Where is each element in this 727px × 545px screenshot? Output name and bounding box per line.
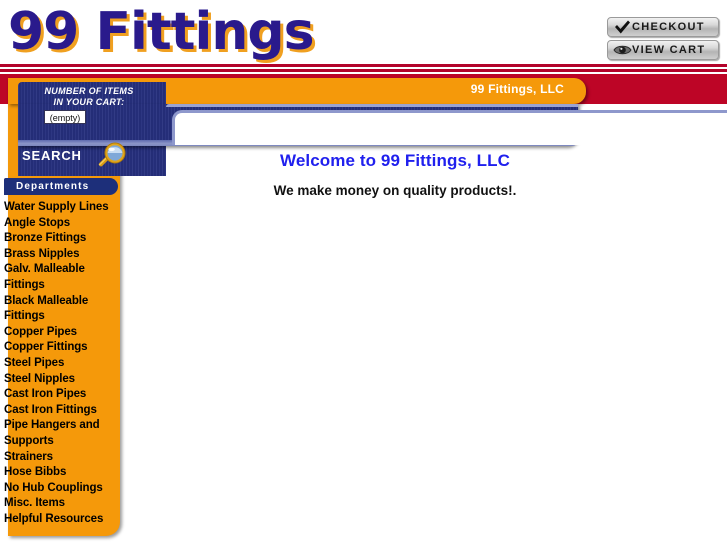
content-frame-corner bbox=[172, 110, 727, 145]
decorative-red-stripe-top bbox=[0, 64, 727, 67]
main-content: Welcome to 99 Fittings, LLC We make mone… bbox=[180, 150, 610, 200]
company-name: 99 Fittings, LLC bbox=[470, 82, 564, 96]
sidebar-item-steel-nipples[interactable]: Steel Nipples bbox=[4, 372, 120, 388]
eye-icon bbox=[612, 44, 632, 56]
search-label: SEARCH bbox=[22, 148, 82, 163]
cart-label-line1: NUMBER OF ITEMS bbox=[44, 86, 134, 96]
departments-header-label: Departments bbox=[16, 181, 90, 192]
sidebar-item-cast-iron-fittings[interactable]: Cast Iron Fittings bbox=[4, 403, 120, 419]
magnifying-glass-icon[interactable] bbox=[92, 142, 132, 177]
page-title: Welcome to 99 Fittings, LLC bbox=[279, 151, 511, 170]
checkout-button-label: CHECKOUT bbox=[632, 20, 705, 33]
cart-label-line2: IN YOUR CART: bbox=[53, 97, 125, 107]
cart-item-count: (empty) bbox=[44, 110, 86, 124]
header-action-buttons: CHECKOUT VIEW CART bbox=[607, 17, 721, 63]
checkout-button[interactable]: CHECKOUT bbox=[607, 17, 719, 37]
sidebar-item-misc-items[interactable]: Misc. Items bbox=[4, 496, 120, 512]
page-subtitle: We make money on quality products!. bbox=[273, 183, 517, 198]
decorative-red-stripe-second bbox=[0, 69, 727, 72]
sidebar-item-galv-malleable-fittings[interactable]: Galv. Malleable Fittings bbox=[4, 262, 120, 293]
departments-list: Water Supply Lines Angle Stops Bronze Fi… bbox=[4, 200, 120, 527]
sidebar-item-bronze-fittings[interactable]: Bronze Fittings bbox=[4, 231, 120, 247]
checkmark-icon bbox=[612, 20, 632, 34]
sidebar-item-helpful-resources[interactable]: Helpful Resources bbox=[4, 512, 120, 528]
sidebar-item-pipe-hangers-and-supports[interactable]: Pipe Hangers and Supports bbox=[4, 418, 120, 449]
view-cart-button[interactable]: VIEW CART bbox=[607, 40, 719, 60]
sidebar-item-angle-stops[interactable]: Angle Stops bbox=[4, 216, 120, 232]
sidebar-item-steel-pipes[interactable]: Steel Pipes bbox=[4, 356, 120, 372]
cart-label: NUMBER OF ITEMS IN YOUR CART: bbox=[24, 86, 154, 108]
view-cart-button-label: VIEW CART bbox=[632, 43, 706, 56]
departments-header: Departments bbox=[4, 178, 118, 195]
sidebar-item-copper-fittings[interactable]: Copper Fittings bbox=[4, 340, 120, 356]
sidebar-item-hose-bibbs[interactable]: Hose Bibbs bbox=[4, 465, 120, 481]
sidebar-item-brass-nipples[interactable]: Brass Nipples bbox=[4, 247, 120, 263]
blue-corner-highlight bbox=[166, 104, 578, 107]
sidebar-item-strainers[interactable]: Strainers bbox=[4, 450, 120, 466]
sidebar-item-black-malleable-fittings[interactable]: Black Malleable Fittings bbox=[4, 294, 120, 325]
search-area[interactable]: SEARCH bbox=[22, 142, 162, 170]
site-logo[interactable]: 99 Fittings bbox=[8, 2, 315, 62]
sidebar-item-cast-iron-pipes[interactable]: Cast Iron Pipes bbox=[4, 387, 120, 403]
sidebar-item-copper-pipes[interactable]: Copper Pipes bbox=[4, 325, 120, 341]
sidebar-item-water-supply-lines[interactable]: Water Supply Lines bbox=[4, 200, 120, 216]
sidebar-item-no-hub-couplings[interactable]: No Hub Couplings bbox=[4, 481, 120, 497]
